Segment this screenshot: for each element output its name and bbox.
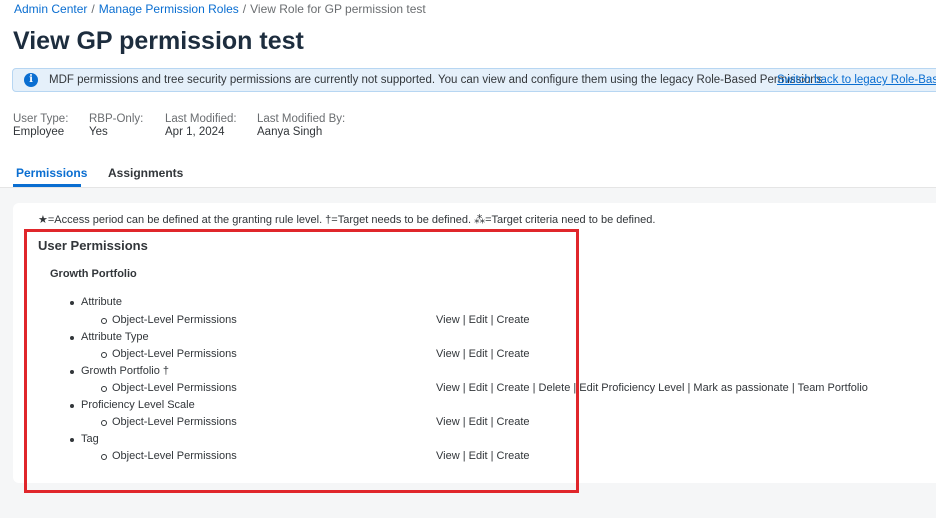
active-tab-indicator — [13, 184, 81, 187]
switch-legacy-link[interactable]: Switch back to legacy Role-Based Permiss… — [777, 74, 936, 86]
breadcrumb-manage-permission-roles[interactable]: Manage Permission Roles — [99, 2, 239, 16]
info-banner: i MDF permissions and tree security perm… — [12, 68, 936, 92]
meta-label: Last Modified By: — [257, 113, 346, 125]
meta-label: Last Modified: — [165, 113, 237, 125]
breadcrumb-admin-center[interactable]: Admin Center — [14, 2, 87, 16]
tab-bar: Permissions Assignments — [0, 160, 936, 188]
breadcrumb-separator: / — [242, 2, 247, 16]
meta-value: Employee — [13, 126, 65, 138]
meta-last-modified: Last Modified: Apr 1, 2024 — [165, 113, 237, 139]
tab-permissions[interactable]: Permissions — [16, 166, 87, 180]
breadcrumb-separator: / — [91, 2, 95, 16]
meta-value: Yes — [89, 126, 108, 138]
banner-message: MDF permissions and tree security permis… — [49, 74, 826, 86]
breadcrumb-current: View Role for GP permission test — [250, 2, 426, 16]
meta-value: Aanya Singh — [257, 126, 323, 138]
info-icon: i — [24, 73, 38, 87]
meta-last-modified-by: Last Modified By: Aanya Singh — [257, 113, 345, 139]
meta-value: Apr 1, 2024 — [165, 126, 225, 138]
highlight-box — [24, 229, 579, 493]
meta-rbp-only: RBP-Only: Yes — [89, 113, 143, 139]
meta-label: RBP-Only: — [89, 113, 144, 125]
permission-legend: ★=Access period can be defined at the gr… — [38, 214, 656, 226]
page-title: View GP permission test — [13, 27, 304, 55]
breadcrumb: Admin Center / Manage Permission Roles / Vie… — [14, 2, 426, 16]
meta-user-type: User Type: Employee — [13, 113, 68, 139]
tab-assignments[interactable]: Assignments — [108, 166, 183, 180]
meta-label: User Type: — [13, 113, 69, 125]
